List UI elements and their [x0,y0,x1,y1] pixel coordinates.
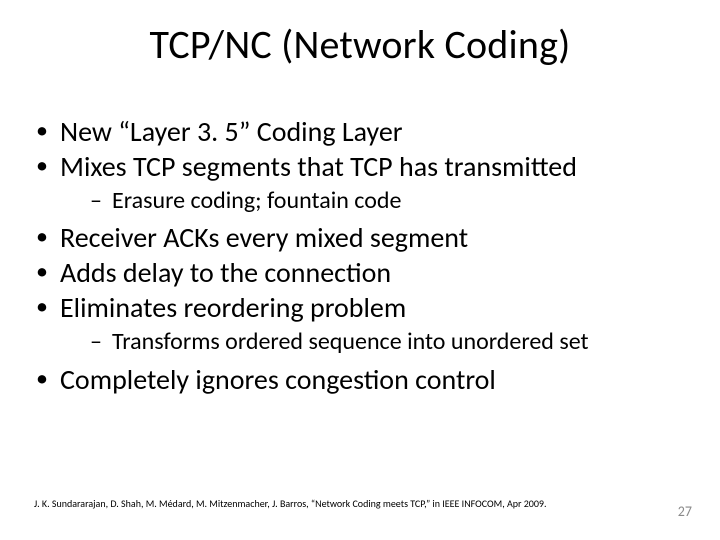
sub-bullet-item: Erasure coding; fountain code [90,186,694,215]
slide-title: TCP/NC (Network Coding) [0,20,720,69]
slide-body: New “Layer 3. 5” Coding Layer Mixes TCP … [34,115,694,398]
bullet-item: Mixes TCP segments that TCP has transmit… [34,150,694,215]
bullet-text: Eliminates reordering problem [60,290,406,325]
page-number: 27 [678,503,692,520]
bullet-text: Mixes TCP segments that TCP has transmit… [60,149,577,184]
bullet-item: Receiver ACKs every mixed segment [34,221,694,254]
bullet-item: Completely ignores congestion control [34,363,694,396]
bullet-item: New “Layer 3. 5” Coding Layer [34,115,694,148]
bullet-item: Eliminates reordering problem Transforms… [34,291,694,356]
bullet-item: Adds delay to the connection [34,256,694,289]
sub-bullet-item: Transforms ordered sequence into unorder… [90,327,694,356]
bullet-list: New “Layer 3. 5” Coding Layer Mixes TCP … [34,115,694,396]
sub-bullet-list: Erasure coding; fountain code [60,186,694,215]
slide: TCP/NC (Network Coding) New “Layer 3. 5”… [0,0,720,540]
sub-bullet-list: Transforms ordered sequence into unorder… [60,327,694,356]
citation-text: J. K. Sundararajan, D. Shah, M. Médard, … [34,498,634,510]
